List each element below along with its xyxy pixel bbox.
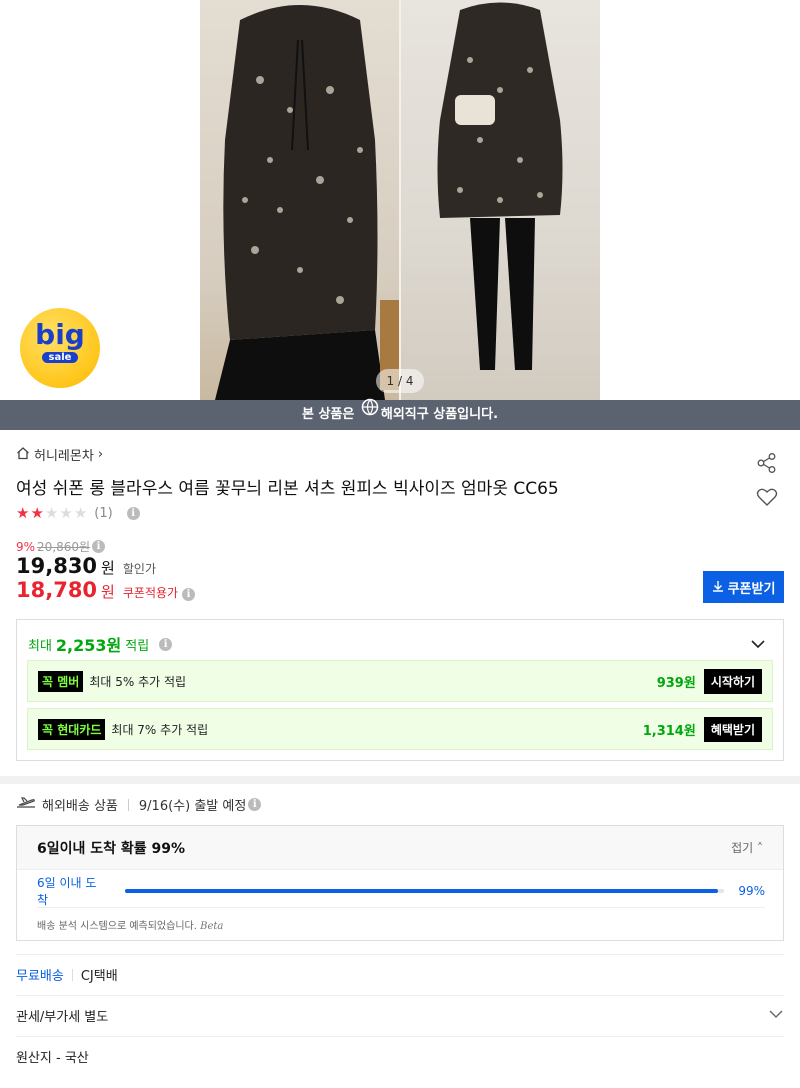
arrival-progress: 6일 이내 도착 99%: [37, 876, 765, 907]
discount-rate: 9%: [16, 539, 36, 554]
points-prefix: 최대: [28, 638, 52, 654]
arrival-progress-percent: 99%: [738, 884, 765, 898]
get-benefit-button[interactable]: 혜택받기: [703, 716, 762, 742]
member-tag-label: 멤버: [57, 674, 80, 689]
star-empty-icon: ★: [44, 504, 60, 522]
sale-price-label: 할인가: [122, 562, 156, 576]
airplane-icon: [16, 796, 36, 814]
member-offer-text: 최대 5% 추가 적립: [89, 674, 187, 689]
seller-link[interactable]: 허니레몬차 ›: [16, 445, 103, 464]
arrival-header: 6일이내 도착 확률 99% 접기 ˄: [17, 826, 783, 870]
card-offer-amount: 1,314원: [642, 723, 696, 739]
overseas-notice-bar: 본 상품은 해외직구 상품입니다.: [0, 398, 800, 430]
prediction-note: 배송 분석 시스템으로 예측되었습니다. Beta: [37, 917, 223, 932]
overseas-notice-prefix: 본 상품은: [301, 407, 355, 422]
image-page-indicator: 1 / 4: [376, 369, 424, 393]
section-separator: [0, 776, 800, 784]
product-title: 여성 쉬폰 롱 블라우스 여름 꽃무늬 리본 셔츠 원피스 빅사이즈 엄마옷 C…: [16, 479, 559, 499]
download-icon: [712, 580, 724, 595]
prediction-note-text: 배송 분석 시스템으로 예측되었습니다.: [37, 921, 197, 932]
star-filled-icon: ★: [16, 504, 31, 522]
product-image-carousel[interactable]: 1 / 4 big sale: [0, 0, 800, 400]
star-empty-icon: ★: [73, 504, 89, 522]
sale-price-row: 19,830 원 할인가: [16, 554, 156, 578]
info-icon[interactable]: i: [159, 637, 173, 651]
big-sale-big-text: big: [35, 318, 85, 351]
beta-label: Beta: [200, 921, 224, 932]
origin-label: 원산지 - 국산: [16, 1051, 89, 1066]
tax-label: 관세/부가세 별도: [16, 1010, 109, 1025]
free-shipping-label: 무료배송: [16, 969, 64, 984]
seller-name: 허니레몬차: [34, 449, 94, 464]
big-sale-sale-text: sale: [42, 352, 78, 363]
sale-price-unit: 원: [101, 559, 115, 577]
departure-date: 9/16(수) 출발 예정: [138, 799, 247, 814]
product-rating[interactable]: ★★★★★ (1) i: [16, 504, 140, 522]
arrival-title: 6일이내 도착 확률 99%: [37, 840, 186, 857]
arrival-progress-label: 6일 이내 도착: [37, 876, 97, 907]
coupon-price-label: 쿠폰적용가: [122, 586, 179, 600]
info-icon[interactable]: i: [92, 540, 106, 553]
points-header[interactable]: 최대 2,253원 적립 i: [28, 632, 173, 656]
fold-label: 접기: [731, 841, 754, 855]
carrier-name: CJ택배: [80, 969, 118, 984]
product-photo-right: [400, 0, 600, 400]
progress-track: [124, 889, 725, 893]
info-icon[interactable]: i: [248, 798, 262, 811]
overseas-notice-emphasis: 해외직구: [380, 407, 429, 422]
divider: [127, 798, 129, 811]
shipping-type: 해외배송 상품: [42, 799, 118, 814]
origin-row: 원산지 - 국산: [16, 1036, 784, 1076]
member-offer-tag: 꼭 멤버: [38, 670, 84, 692]
overseas-notice-suffix: 상품입니다.: [433, 407, 499, 422]
card-offer-text: 최대 7% 추가 적립: [111, 722, 209, 737]
fold-toggle[interactable]: 접기 ˄: [731, 839, 763, 856]
home-icon: [16, 446, 30, 464]
big-sale-badge: big sale: [20, 308, 100, 388]
divider: [37, 907, 765, 908]
brand-mark: 꼭: [42, 722, 54, 737]
card-offer-tag: 꼭 현대카드: [38, 718, 106, 740]
info-icon[interactable]: i: [126, 506, 140, 520]
chevron-down-icon: [768, 1008, 784, 1023]
product-photo-left: [200, 0, 400, 400]
rating-stars: ★★★★★: [16, 504, 88, 522]
heart-icon[interactable]: [756, 487, 778, 511]
star-filled-icon: ★: [30, 504, 45, 522]
points-amount: 2,253원: [55, 636, 122, 655]
start-button[interactable]: 시작하기: [703, 668, 762, 694]
photo-divider: [399, 0, 401, 400]
original-price: 20,860원: [37, 540, 91, 554]
progress-fill: [124, 889, 719, 893]
coupon-price-row: 18,780 원 쿠폰적용가 i: [16, 578, 196, 602]
delivery-row: 무료배송 CJ택배: [16, 954, 784, 994]
review-count: (1): [94, 505, 113, 521]
globe-icon: [361, 398, 379, 428]
chevron-up-icon: ˄: [757, 841, 763, 855]
star-empty-icon: ★: [59, 504, 74, 522]
member-offer-amount: 939원: [656, 675, 696, 691]
discount-row: 9% 20,860원 i: [16, 538, 106, 555]
sale-price: 19,830: [16, 554, 98, 578]
coupon-price: 18,780: [16, 578, 98, 602]
divider: [71, 968, 73, 981]
share-icon[interactable]: [756, 452, 778, 478]
points-box: 최대 2,253원 적립 i 꼭 멤버 최대 5% 추가 적립 939원 시작하…: [16, 619, 784, 761]
coupon-price-unit: 원: [101, 583, 115, 601]
points-suffix: 적립: [125, 638, 150, 654]
brand-mark: 꼭: [42, 674, 54, 689]
info-icon[interactable]: i: [182, 588, 196, 601]
get-coupon-button[interactable]: 쿠폰받기: [703, 571, 784, 603]
product-photo[interactable]: 1 / 4: [200, 0, 600, 400]
chevron-right-icon: ›: [97, 447, 104, 462]
member-offer[interactable]: 꼭 멤버 최대 5% 추가 적립 939원 시작하기: [27, 660, 773, 702]
tax-row[interactable]: 관세/부가세 별도: [16, 995, 784, 1035]
arrival-prediction-box: 6일이내 도착 확률 99% 접기 ˄ 6일 이내 도착 99% 배송 분석 시…: [16, 825, 784, 941]
hyundai-card-offer[interactable]: 꼭 현대카드 최대 7% 추가 적립 1,314원 혜택받기: [27, 708, 773, 750]
chevron-down-icon[interactable]: [750, 634, 766, 653]
shipping-info-row: 해외배송 상품 9/16(수) 출발 예정 i: [16, 795, 262, 814]
get-coupon-label: 쿠폰받기: [727, 580, 776, 596]
card-tag-label: 현대카드: [57, 722, 102, 737]
